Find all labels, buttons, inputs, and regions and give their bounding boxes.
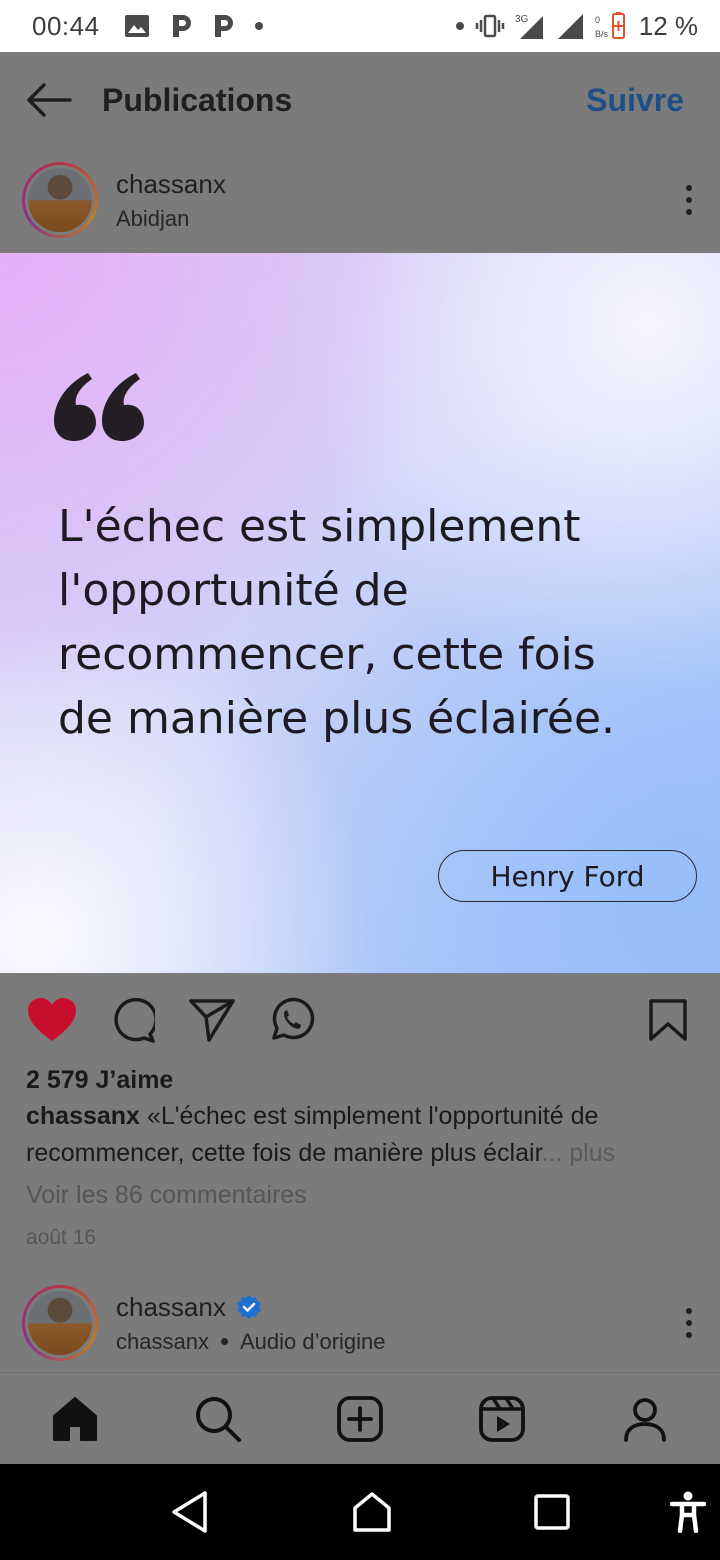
post-date: août 16: [26, 1226, 97, 1249]
svg-text:B/s: B/s: [595, 29, 609, 39]
nav-reels[interactable]: [467, 1384, 537, 1454]
caption-more-link[interactable]: plus: [562, 1139, 615, 1167]
follow-button[interactable]: Suivre: [586, 82, 684, 119]
app-header: Publications Suivre: [0, 52, 720, 148]
quote-mark-icon: [54, 373, 144, 441]
clock: 00:44: [32, 10, 100, 41]
back-triangle-icon: [172, 1491, 207, 1533]
caption[interactable]: chassanx «L'échec est simplement l'oppor…: [26, 1098, 696, 1172]
dot-icon: [254, 22, 263, 30]
next-post-header: chassanx chassanx Audio d’origine: [0, 1273, 720, 1373]
save-button[interactable]: [640, 992, 696, 1048]
audio-label[interactable]: Audio d’origine: [240, 1329, 386, 1355]
system-back-button[interactable]: [160, 1482, 220, 1542]
send-icon: [189, 999, 235, 1042]
svg-text:3G: 3G: [515, 14, 529, 25]
caption-ellipsis: ...: [541, 1139, 563, 1167]
avatar[interactable]: [22, 1285, 98, 1361]
avatar[interactable]: [22, 162, 98, 238]
accessibility-button[interactable]: [658, 1482, 718, 1542]
home-icon: [53, 1396, 98, 1441]
accessibility-icon: [670, 1491, 706, 1533]
post-image[interactable]: L'échec est simplement l'opportunité de …: [0, 253, 720, 973]
home-outline-icon: [353, 1492, 391, 1532]
back-arrow-icon[interactable]: [26, 82, 72, 118]
heart-icon: [28, 998, 76, 1041]
share-button[interactable]: [184, 992, 240, 1048]
nav-profile[interactable]: [610, 1384, 680, 1454]
profile-icon: [623, 1397, 666, 1442]
bottom-nav: [0, 1372, 720, 1464]
signal-icon: [557, 14, 583, 39]
gallery-icon: [124, 15, 149, 37]
dot-icon: [455, 22, 464, 30]
page-title: Publications: [102, 81, 293, 118]
username[interactable]: chassanx: [116, 1292, 386, 1323]
system-home-button[interactable]: [342, 1482, 402, 1542]
separator-dot: [220, 1338, 228, 1345]
caption-username[interactable]: chassanx: [26, 1102, 140, 1130]
comment-icon: [114, 997, 155, 1043]
more-options-icon[interactable]: [686, 1308, 692, 1338]
view-comments-link[interactable]: Voir les 86 commentaires: [26, 1181, 307, 1210]
post-header: chassanx Abidjan: [0, 150, 720, 250]
search-icon: [195, 1396, 241, 1442]
quote-author: Henry Ford: [438, 850, 697, 902]
system-recents-button[interactable]: [522, 1482, 582, 1542]
comment-button[interactable]: [104, 992, 160, 1048]
p-app-icon: [172, 15, 191, 37]
verified-badge-icon: [236, 1295, 261, 1319]
add-post-icon: [337, 1395, 383, 1442]
signal-3g-icon: 3G: [515, 14, 543, 39]
username-text[interactable]: chassanx: [116, 1292, 226, 1323]
reels-icon: [479, 1395, 526, 1442]
avatar-photo: [28, 1291, 92, 1355]
nav-search[interactable]: [183, 1384, 253, 1454]
nav-create[interactable]: [325, 1384, 395, 1454]
whatsapp-button[interactable]: [264, 992, 320, 1048]
nav-home[interactable]: [40, 1384, 110, 1454]
recents-square-icon: [534, 1494, 570, 1530]
quote-text: L'échec est simplement l'opportunité de …: [58, 501, 616, 744]
battery-icon: 0 B/s: [595, 12, 625, 39]
vibrate-icon: [475, 14, 504, 38]
battery-percent: 12 %: [638, 10, 698, 41]
likes-count[interactable]: 2 579 J’aime: [26, 1066, 173, 1095]
bookmark-icon: [649, 999, 687, 1041]
whatsapp-icon: [272, 997, 315, 1040]
like-button[interactable]: [24, 992, 80, 1048]
username[interactable]: chassanx: [116, 169, 226, 200]
status-bar: 00:44 3G 0 B/s 12 %: [0, 0, 720, 52]
svg-text:0: 0: [595, 15, 600, 25]
sub-username[interactable]: chassanx: [116, 1329, 209, 1355]
more-options-icon[interactable]: [686, 185, 692, 215]
system-nav: [0, 1464, 720, 1560]
avatar-photo: [28, 168, 92, 232]
location[interactable]: Abidjan: [116, 206, 226, 232]
post-actions: [0, 985, 720, 1055]
p-app-icon: [214, 15, 233, 37]
